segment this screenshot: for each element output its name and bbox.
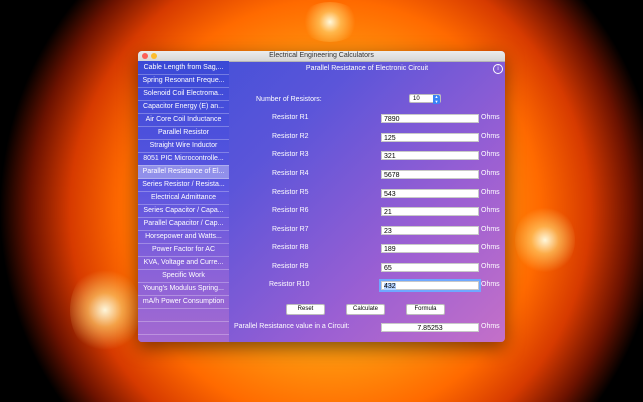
resistor-r7-label: Resistor R7 — [272, 226, 309, 233]
resistor-r10-value: 432 — [384, 283, 396, 290]
sidebar-empty-row — [138, 308, 229, 322]
sidebar-item-kva-voltage[interactable]: KVA, Voltage and Curre... — [138, 256, 229, 270]
sidebar-item-power-factor[interactable]: Power Factor for AC — [138, 243, 229, 257]
solar-flare-top — [300, 2, 360, 42]
formula-button[interactable]: Formula — [406, 304, 445, 315]
solar-flare-right — [515, 205, 575, 275]
resistor-r7-input[interactable]: 23 — [381, 226, 479, 235]
chevron-up-down-icon: ▲ ▼ — [433, 94, 440, 104]
number-of-resistors-select[interactable]: 10 ▲ ▼ — [409, 94, 441, 104]
sidebar-item-cable-length[interactable]: Cable Length from Sag,... — [138, 61, 229, 75]
sidebar-item-specific-work[interactable]: Specific Work — [138, 269, 229, 283]
resistor-r4-label: Resistor R4 — [272, 170, 309, 177]
result-unit: Ohms — [481, 323, 500, 330]
resistor-r10-unit: Ohms — [481, 281, 500, 288]
resistor-r10-input[interactable]: 432 — [381, 281, 479, 290]
sidebar-item-solenoid-coil[interactable]: Solenoid Coil Electroma... — [138, 87, 229, 101]
resistor-r8-unit: Ohms — [481, 244, 500, 251]
sidebar-item-capacitor-energy[interactable]: Capacitor Energy (E) an... — [138, 100, 229, 114]
resistor-r3-unit: Ohms — [481, 151, 500, 158]
sidebar-item-parallel-resistance[interactable]: Parallel Resistance of El... — [138, 165, 229, 179]
resistor-r8-label: Resistor R8 — [272, 244, 309, 251]
resistor-r10-label: Resistor R10 — [269, 281, 310, 288]
sidebar-item-youngs-modulus[interactable]: Young's Modulus Spring... — [138, 282, 229, 296]
sidebar-item-spring-resonant[interactable]: Spring Resonant Freque... — [138, 74, 229, 88]
resistor-r9-label: Resistor R9 — [272, 263, 309, 270]
resistor-r3-input[interactable]: 321 — [381, 151, 479, 160]
sidebar-item-parallel-capacitor[interactable]: Parallel Capacitor / Cap... — [138, 217, 229, 231]
sidebar-item-mah-power[interactable]: mA/h Power Consumption — [138, 295, 229, 309]
resistor-r4-unit: Ohms — [481, 170, 500, 177]
resistor-r4-input[interactable]: 5678 — [381, 170, 479, 179]
resistor-r9-unit: Ohms — [481, 263, 500, 270]
resistor-r2-unit: Ohms — [481, 133, 500, 140]
app-window: Electrical Engineering Calculators Cable… — [138, 51, 505, 342]
calculator-sidebar: Cable Length from Sag,... Spring Resonan… — [138, 61, 229, 342]
calculate-button[interactable]: Calculate — [346, 304, 385, 315]
resistor-r5-input[interactable]: 543 — [381, 189, 479, 198]
result-output: 7.85253 — [381, 323, 479, 332]
sidebar-item-electrical-admittance[interactable]: Electrical Admittance — [138, 191, 229, 205]
result-label: Parallel Resistance value in a Circuit: — [234, 323, 350, 330]
reset-button[interactable]: Reset — [286, 304, 325, 315]
resistor-r6-input[interactable]: 21 — [381, 207, 479, 216]
number-of-resistors-value: 10 — [413, 96, 420, 102]
sidebar-item-straight-wire[interactable]: Straight Wire Inductor — [138, 139, 229, 153]
resistor-r9-input[interactable]: 65 — [381, 263, 479, 272]
resistor-r1-unit: Ohms — [481, 114, 500, 121]
window-title: Electrical Engineering Calculators — [269, 52, 374, 59]
sidebar-item-series-capacitor[interactable]: Series Capacitor / Capa... — [138, 204, 229, 218]
resistor-r3-label: Resistor R3 — [272, 151, 309, 158]
resistor-r7-unit: Ohms — [481, 226, 500, 233]
info-icon[interactable]: i — [493, 64, 503, 74]
page-title: Parallel Resistance of Electronic Circui… — [305, 65, 429, 72]
sidebar-item-8051-pic[interactable]: 8051 PIC Microcontrolle... — [138, 152, 229, 166]
resistor-r6-unit: Ohms — [481, 207, 500, 214]
calculator-panel: Parallel Resistance of Electronic Circui… — [229, 61, 505, 342]
number-of-resistors-label: Number of Resistors: — [256, 96, 322, 103]
solar-flare-left — [70, 265, 140, 355]
resistor-r1-input[interactable]: 7890 — [381, 114, 479, 123]
resistor-r2-label: Resistor R2 — [272, 133, 309, 140]
resistor-r1-label: Resistor R1 — [272, 114, 309, 121]
sidebar-item-air-core-coil[interactable]: Air Core Coil Inductance — [138, 113, 229, 127]
resistor-r8-input[interactable]: 189 — [381, 244, 479, 253]
resistor-r2-input[interactable]: 125 — [381, 133, 479, 142]
sidebar-empty-row — [138, 321, 229, 335]
sidebar-item-series-resistor[interactable]: Series Resistor / Resista... — [138, 178, 229, 192]
resistor-r5-label: Resistor R5 — [272, 189, 309, 196]
resistor-r5-unit: Ohms — [481, 189, 500, 196]
sidebar-item-horsepower[interactable]: Horsepower and Watts... — [138, 230, 229, 244]
sidebar-item-parallel-resistor[interactable]: Parallel Resistor — [138, 126, 229, 140]
resistor-r6-label: Resistor R6 — [272, 207, 309, 214]
